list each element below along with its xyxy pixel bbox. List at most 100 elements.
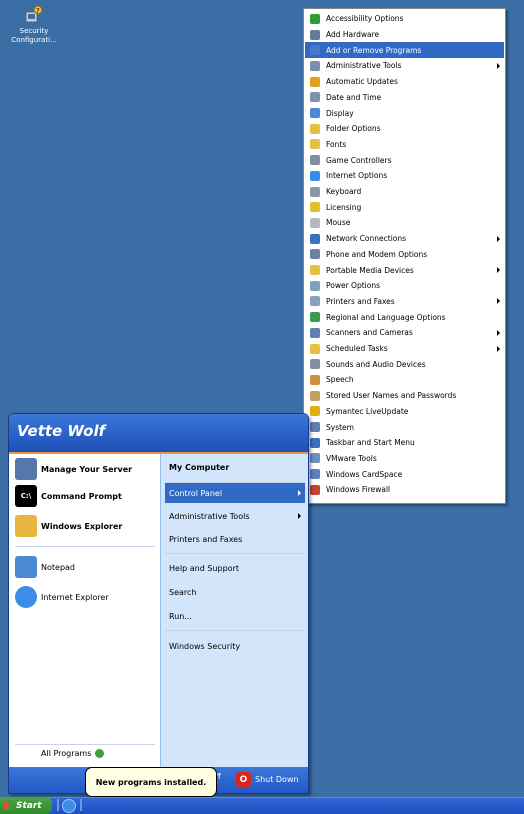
- cp-item-label: Phone and Modem Options: [326, 249, 428, 259]
- cp-item-folder-options[interactable]: Folder Options: [305, 121, 504, 137]
- cp-item-speech[interactable]: Speech: [305, 372, 504, 388]
- cp-item-add-or-remove-programs[interactable]: Add or Remove Programs: [305, 42, 504, 59]
- user-name: Vette Wolf: [17, 422, 106, 440]
- start-label: Start: [16, 800, 42, 811]
- menu-item-label: Internet Explorer: [41, 592, 109, 602]
- menu-item-administrative-tools[interactable]: Administrative Tools: [165, 506, 305, 526]
- cp-item-accessibility-options[interactable]: Accessibility Options: [305, 11, 504, 27]
- cp-item-administrative-tools[interactable]: Administrative Tools: [305, 58, 504, 74]
- scheduled-tasks-icon: [310, 343, 320, 354]
- power-icon: O: [236, 772, 251, 787]
- menu-item-label: Notepad: [41, 562, 75, 572]
- menu-item-my-computer[interactable]: My Computer: [165, 457, 305, 477]
- menu-item-label: My Computer: [169, 462, 230, 472]
- cp-item-label: VMware Tools: [326, 453, 377, 463]
- menu-item-label: Search: [169, 587, 197, 597]
- add-remove-programs-icon: [310, 45, 320, 56]
- cp-item-sounds-and-audio-devices[interactable]: Sounds and Audio Devices: [305, 356, 504, 372]
- cp-item-date-and-time[interactable]: Date and Time: [305, 90, 504, 106]
- svg-text:?: ?: [36, 7, 40, 15]
- add-hardware-icon: [310, 29, 320, 40]
- shut-down-button[interactable]: O Shut Down: [236, 772, 299, 787]
- menu-item-run[interactable]: Run...: [165, 606, 305, 626]
- cp-item-label: Printers and Faxes: [326, 296, 395, 306]
- cp-item-keyboard[interactable]: Keyboard: [305, 184, 504, 200]
- cp-item-regional-and-language-options[interactable]: Regional and Language Options: [305, 309, 504, 325]
- shut-down-label: Shut Down: [255, 775, 299, 784]
- cp-item-label: Add or Remove Programs: [326, 45, 422, 55]
- cp-item-add-hardware[interactable]: Add Hardware: [305, 27, 504, 43]
- menu-item-notepad[interactable]: Notepad: [15, 556, 75, 578]
- cp-item-internet-options[interactable]: Internet Options: [305, 168, 504, 184]
- menu-item-command-prompt[interactable]: C:\ Command Prompt: [15, 485, 122, 507]
- cp-item-scanners-and-cameras[interactable]: Scanners and Cameras: [305, 325, 504, 341]
- desktop-icon-security-configuration[interactable]: ? Security Configurati...: [4, 4, 64, 45]
- menu-item-label: Printers and Faxes: [169, 534, 243, 544]
- cp-item-label: Keyboard: [326, 187, 362, 197]
- cp-item-label: Network Connections: [326, 234, 407, 244]
- network-icon: [310, 233, 320, 244]
- menu-item-label: Help and Support: [169, 563, 239, 573]
- cp-item-label: Regional and Language Options: [326, 312, 446, 322]
- cp-item-licensing[interactable]: Licensing: [305, 199, 504, 215]
- tooltip-text: New programs installed.: [95, 777, 207, 787]
- menu-item-label: Command Prompt: [41, 491, 122, 501]
- cp-item-automatic-updates[interactable]: Automatic Updates: [305, 74, 504, 90]
- menu-item-printers-and-faxes[interactable]: Printers and Faxes: [165, 529, 305, 549]
- folder-options-icon: [310, 123, 320, 134]
- cp-item-label: Speech: [326, 375, 354, 385]
- cp-item-stored-user-names-and-passwords[interactable]: Stored User Names and Passwords: [305, 388, 504, 404]
- cp-item-label: Scheduled Tasks: [326, 344, 388, 354]
- scanner-icon: [310, 327, 320, 338]
- internet-options-icon: [310, 170, 320, 181]
- menu-item-help-and-support[interactable]: Help and Support: [165, 558, 305, 578]
- cp-item-scheduled-tasks[interactable]: Scheduled Tasks: [305, 341, 504, 357]
- separator: [165, 630, 305, 631]
- cp-item-label: Symantec LiveUpdate: [326, 406, 409, 416]
- menu-item-label: Manage Your Server: [41, 464, 133, 474]
- cp-item-windows-cardspace[interactable]: Windows CardSpace: [305, 466, 504, 482]
- start-menu: Vette Wolf Manage Your Server C:\ Comman…: [8, 413, 309, 794]
- cp-item-vmware-tools[interactable]: VMware Tools: [305, 451, 504, 467]
- new-programs-tooltip: New programs installed.: [85, 767, 217, 797]
- menu-item-internet-explorer[interactable]: Internet Explorer: [15, 586, 109, 608]
- cp-item-network-connections[interactable]: Network Connections: [305, 231, 504, 247]
- cp-item-mouse[interactable]: Mouse: [305, 215, 504, 231]
- cp-item-fonts[interactable]: Fonts: [305, 137, 504, 153]
- menu-item-manage-your-server[interactable]: Manage Your Server: [15, 458, 132, 480]
- start-button[interactable]: Start: [0, 797, 52, 814]
- licensing-icon: [310, 202, 320, 213]
- system-icon: [310, 422, 320, 433]
- cp-item-phone-and-modem-options[interactable]: Phone and Modem Options: [305, 247, 504, 263]
- menu-item-label: Control Panel: [169, 488, 223, 498]
- cp-item-power-options[interactable]: Power Options: [305, 278, 504, 294]
- start-menu-right-pane: My Computer Control Panel Administrative…: [160, 454, 308, 767]
- sounds-icon: [310, 359, 320, 370]
- taskbar-icon: [310, 437, 320, 448]
- menu-item-search[interactable]: Search: [165, 582, 305, 602]
- menu-item-control-panel[interactable]: Control Panel: [165, 483, 305, 503]
- accessibility-icon: [310, 13, 320, 24]
- cp-item-label: Administrative Tools: [326, 61, 402, 71]
- menu-item-windows-security[interactable]: Windows Security: [165, 636, 305, 656]
- menu-item-label: Windows Explorer: [41, 521, 123, 531]
- cp-item-label: Power Options: [326, 281, 380, 291]
- cp-item-taskbar-and-start-menu[interactable]: Taskbar and Start Menu: [305, 435, 504, 451]
- cp-item-system[interactable]: System: [305, 419, 504, 435]
- submenu-arrow-icon: [298, 490, 301, 496]
- game-controllers-icon: [310, 155, 320, 166]
- submenu-arrow-icon: [497, 329, 500, 336]
- all-programs-button[interactable]: All Programs: [41, 749, 105, 758]
- cp-item-portable-media-devices[interactable]: Portable Media Devices: [305, 262, 504, 278]
- auto-updates-icon: [310, 76, 320, 87]
- cp-item-symantec-liveupdate[interactable]: Symantec LiveUpdate: [305, 404, 504, 420]
- submenu-arrow-icon: [497, 267, 500, 274]
- cp-item-printers-and-faxes[interactable]: Printers and Faxes: [305, 294, 504, 310]
- menu-item-windows-explorer[interactable]: Windows Explorer: [15, 515, 122, 537]
- quick-launch-divider: [57, 799, 59, 811]
- cp-item-windows-firewall[interactable]: Windows Firewall: [305, 482, 504, 498]
- submenu-arrow-icon: [497, 345, 500, 352]
- quick-launch-ie-icon[interactable]: [62, 799, 76, 813]
- cp-item-display[interactable]: Display: [305, 105, 504, 121]
- cp-item-game-controllers[interactable]: Game Controllers: [305, 152, 504, 168]
